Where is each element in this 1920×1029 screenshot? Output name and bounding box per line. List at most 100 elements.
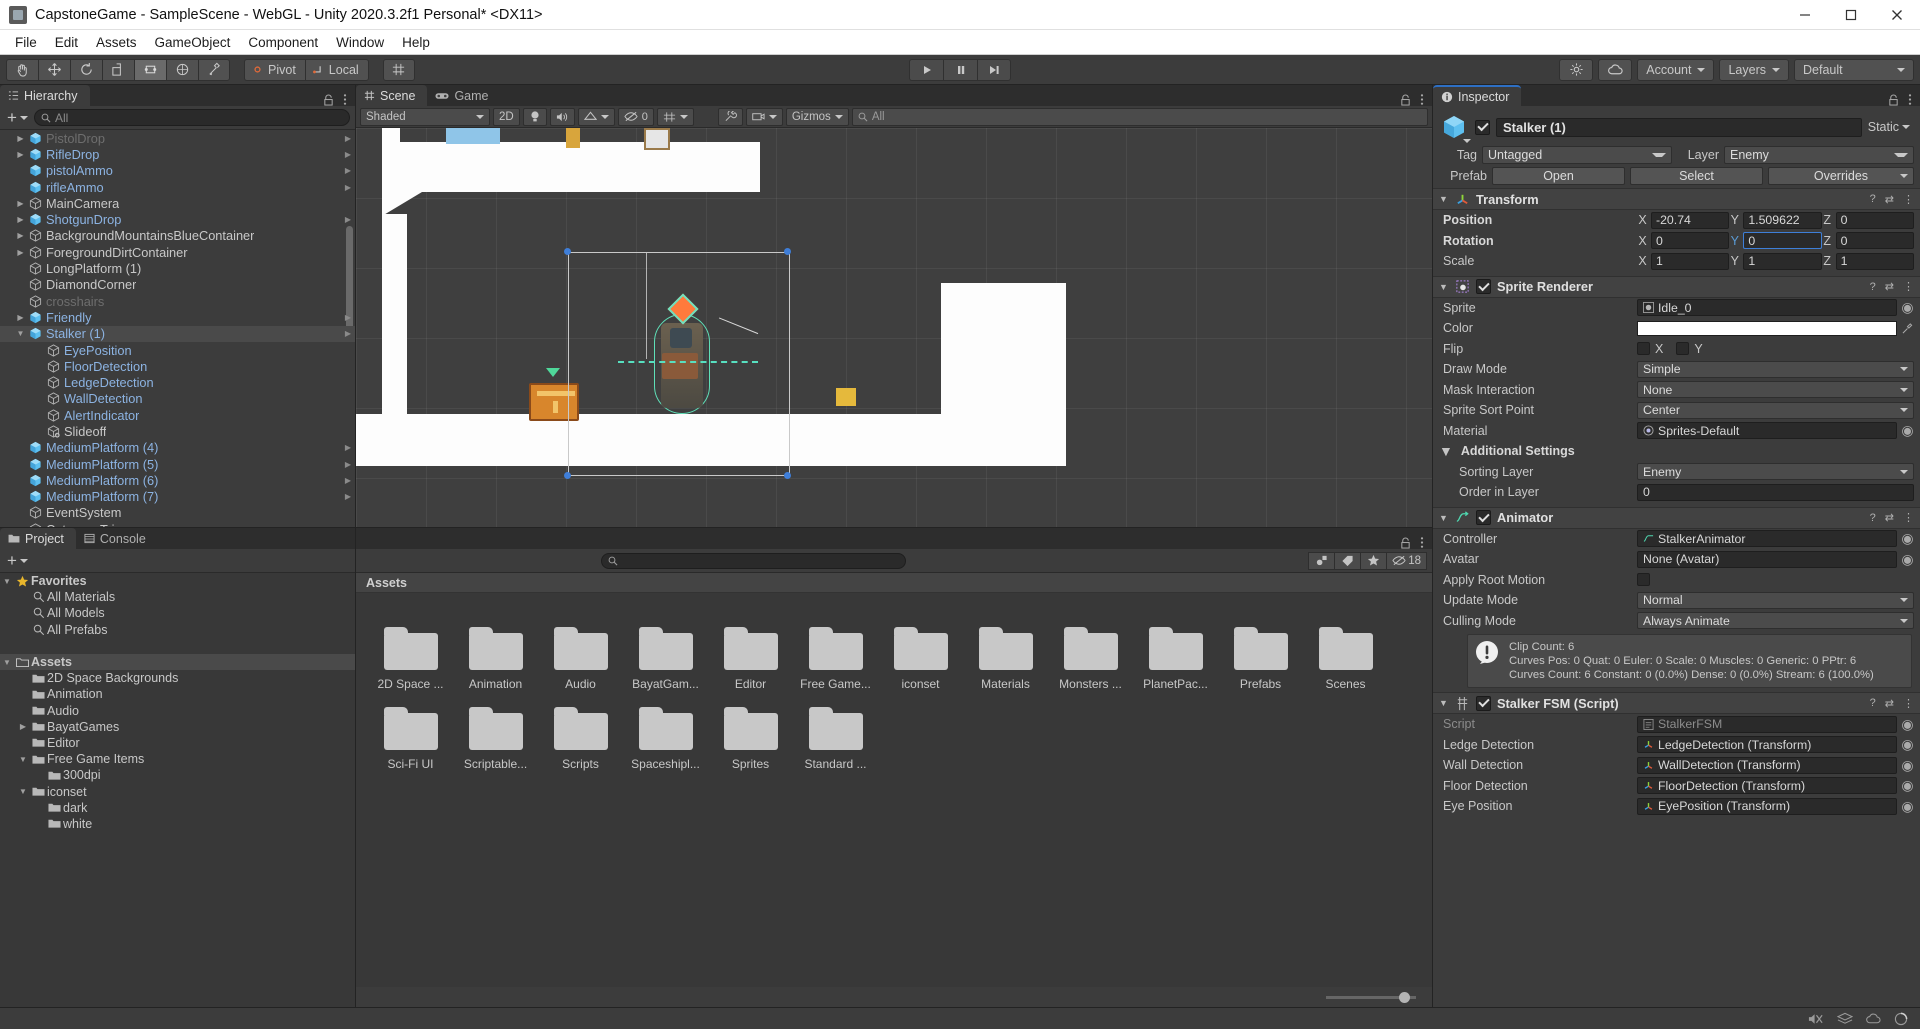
selection-handle[interactable] bbox=[564, 248, 571, 255]
selection-handle[interactable] bbox=[784, 248, 791, 255]
scale-y-input[interactable]: 1 bbox=[1743, 253, 1821, 270]
gameobject-name-input[interactable]: Stalker (1) bbox=[1496, 118, 1862, 137]
hierarchy-item[interactable]: MediumPlatform (5)▶ bbox=[0, 456, 355, 472]
shading-mode-dropdown[interactable]: Shaded bbox=[360, 108, 490, 126]
avatar-object-field[interactable]: None (Avatar) bbox=[1637, 551, 1897, 568]
project-folder-tree[interactable]: ▼FavoritesAll MaterialsAll ModelsAll Pre… bbox=[0, 573, 355, 832]
menu-item-gameobject[interactable]: GameObject bbox=[146, 33, 240, 52]
layers-status-icon[interactable] bbox=[1837, 1012, 1853, 1026]
menu-item-component[interactable]: Component bbox=[239, 33, 327, 52]
floor-detection-picker-button[interactable]: ◉ bbox=[1901, 777, 1914, 794]
hierarchy-item[interactable]: ▶BackgroundMountainsBlueContainer bbox=[0, 228, 355, 244]
sprite-sort-point-dropdown[interactable]: Center bbox=[1637, 402, 1914, 419]
play-button[interactable] bbox=[909, 59, 943, 81]
prefab-open-button[interactable]: Open bbox=[1492, 167, 1625, 185]
cloud-icon[interactable] bbox=[1598, 59, 1632, 81]
rotate-tool-button[interactable] bbox=[70, 59, 102, 81]
rect-tool-button[interactable] bbox=[134, 59, 166, 81]
chevron-down-icon[interactable] bbox=[1463, 139, 1471, 143]
prefab-open-arrow[interactable]: ▶ bbox=[345, 460, 351, 469]
asset-item[interactable]: Scriptable... bbox=[453, 691, 538, 771]
hierarchy-item[interactable]: EventSystem bbox=[0, 505, 355, 521]
tag-dropdown[interactable]: Untagged bbox=[1482, 146, 1672, 164]
culling-mode-dropdown[interactable]: Always Animate bbox=[1637, 612, 1914, 629]
services-icon[interactable] bbox=[1559, 59, 1593, 81]
account-dropdown[interactable]: Account bbox=[1637, 59, 1714, 81]
project-tree-item[interactable]: Animation bbox=[0, 686, 355, 702]
menu-item-file[interactable]: File bbox=[6, 33, 46, 52]
selection-handle[interactable] bbox=[564, 472, 571, 479]
asset-item[interactable]: Editor bbox=[708, 611, 793, 691]
sorting-layer-dropdown[interactable]: Enemy bbox=[1637, 463, 1914, 480]
rotation-z-input[interactable]: 0 bbox=[1836, 232, 1914, 249]
wall-detection-object-field[interactable]: WallDetection (Transform) bbox=[1637, 757, 1897, 774]
project-tree-item[interactable]: Editor bbox=[0, 735, 355, 751]
custom-tool-button[interactable] bbox=[198, 59, 230, 81]
asset-item[interactable]: Sprites bbox=[708, 691, 793, 771]
hierarchy-item[interactable]: FloorDetection bbox=[0, 358, 355, 374]
asset-item[interactable]: Monsters ... bbox=[1048, 611, 1133, 691]
hierarchy-item[interactable]: ▶MainCamera bbox=[0, 195, 355, 211]
kebab-menu-icon[interactable]: ⋮ bbox=[1903, 697, 1914, 710]
scale-x-input[interactable]: 1 bbox=[1651, 253, 1729, 270]
hierarchy-expand-arrow[interactable]: ▶ bbox=[14, 199, 27, 208]
asset-item[interactable]: Standard ... bbox=[793, 691, 878, 771]
hierarchy-item[interactable]: rifleAmmo▶ bbox=[0, 179, 355, 195]
foldout-arrow-icon[interactable]: ▼ bbox=[1439, 443, 1453, 459]
preset-icon[interactable]: ⇄ bbox=[1885, 697, 1894, 710]
gameobject-enabled-checkbox[interactable] bbox=[1475, 120, 1490, 135]
hierarchy-item[interactable]: MediumPlatform (4)▶ bbox=[0, 440, 355, 456]
tree-expand-arrow[interactable]: ▶ bbox=[16, 722, 30, 731]
hierarchy-expand-arrow[interactable]: ▶ bbox=[14, 231, 27, 240]
prefab-open-arrow[interactable]: ▶ bbox=[345, 329, 351, 338]
kebab-menu-icon[interactable] bbox=[1908, 93, 1912, 106]
scale-z-input[interactable]: 1 bbox=[1836, 253, 1914, 270]
preset-icon[interactable]: ⇄ bbox=[1885, 193, 1894, 206]
project-tree-item[interactable]: 2D Space Backgrounds bbox=[0, 670, 355, 686]
hierarchy-expand-arrow[interactable]: ▼ bbox=[14, 329, 27, 338]
component-header-stalker-fsm[interactable]: ▼ Stalker FSM (Script) ? ⇄ ⋮ bbox=[1433, 692, 1920, 714]
menu-item-window[interactable]: Window bbox=[327, 33, 393, 52]
asset-item[interactable]: Sci-Fi UI bbox=[368, 691, 453, 771]
avatar-picker-button[interactable]: ◉ bbox=[1901, 551, 1914, 568]
pivot-toggle-button[interactable]: Pivot bbox=[244, 59, 305, 81]
static-toggle[interactable]: Static bbox=[1868, 120, 1914, 134]
tree-expand-arrow[interactable]: ▼ bbox=[0, 577, 14, 586]
scene-viewport[interactable] bbox=[356, 128, 1432, 527]
prefab-open-arrow[interactable]: ▶ bbox=[345, 476, 351, 485]
asset-item[interactable]: Scenes bbox=[1303, 611, 1388, 691]
minimize-button[interactable] bbox=[1782, 0, 1828, 30]
rotation-y-input[interactable]: 0 bbox=[1743, 232, 1821, 249]
filter-by-type-button[interactable] bbox=[1308, 552, 1334, 570]
grid-settings-button[interactable] bbox=[657, 108, 694, 126]
hierarchy-item[interactable]: WallDetection bbox=[0, 391, 355, 407]
scene-visibility-button[interactable]: 0 bbox=[618, 108, 654, 126]
position-z-input[interactable]: 0 bbox=[1836, 212, 1914, 229]
tree-expand-arrow[interactable]: ▼ bbox=[16, 755, 30, 764]
tab-game[interactable]: Game bbox=[427, 85, 500, 106]
tree-expand-arrow[interactable]: ▼ bbox=[0, 658, 14, 667]
pause-button[interactable] bbox=[943, 59, 977, 81]
project-tree-item[interactable]: All Prefabs bbox=[0, 622, 355, 638]
hierarchy-item[interactable]: ▶RifleDrop▶ bbox=[0, 146, 355, 162]
menu-item-edit[interactable]: Edit bbox=[46, 33, 87, 52]
project-tree-item[interactable]: ▼Assets bbox=[0, 654, 355, 670]
prefab-open-arrow[interactable]: ▶ bbox=[345, 134, 351, 143]
project-tree-item[interactable]: ▼Favorites bbox=[0, 573, 355, 589]
hidden-assets-button[interactable]: 18 bbox=[1386, 552, 1427, 570]
kebab-menu-icon[interactable] bbox=[1420, 93, 1424, 106]
layer-dropdown[interactable]: Enemy bbox=[1724, 146, 1914, 164]
flip-y-checkbox[interactable] bbox=[1676, 342, 1689, 355]
project-tree-item[interactable]: ▶BayatGames bbox=[0, 719, 355, 735]
scene-search-input[interactable]: All bbox=[852, 108, 1428, 126]
asset-item[interactable]: Prefabs bbox=[1218, 611, 1303, 691]
close-button[interactable] bbox=[1874, 0, 1920, 30]
lighting-toggle-button[interactable] bbox=[523, 108, 547, 126]
asset-item[interactable]: Materials bbox=[963, 611, 1048, 691]
kebab-menu-icon[interactable] bbox=[1420, 536, 1424, 549]
hierarchy-item[interactable]: MediumPlatform (7)▶ bbox=[0, 489, 355, 505]
hierarchy-expand-arrow[interactable]: ▶ bbox=[14, 134, 27, 143]
hierarchy-expand-arrow[interactable]: ▶ bbox=[14, 313, 27, 322]
hierarchy-item[interactable]: ▶PistolDrop▶ bbox=[0, 130, 355, 146]
tools-button[interactable] bbox=[718, 108, 743, 126]
